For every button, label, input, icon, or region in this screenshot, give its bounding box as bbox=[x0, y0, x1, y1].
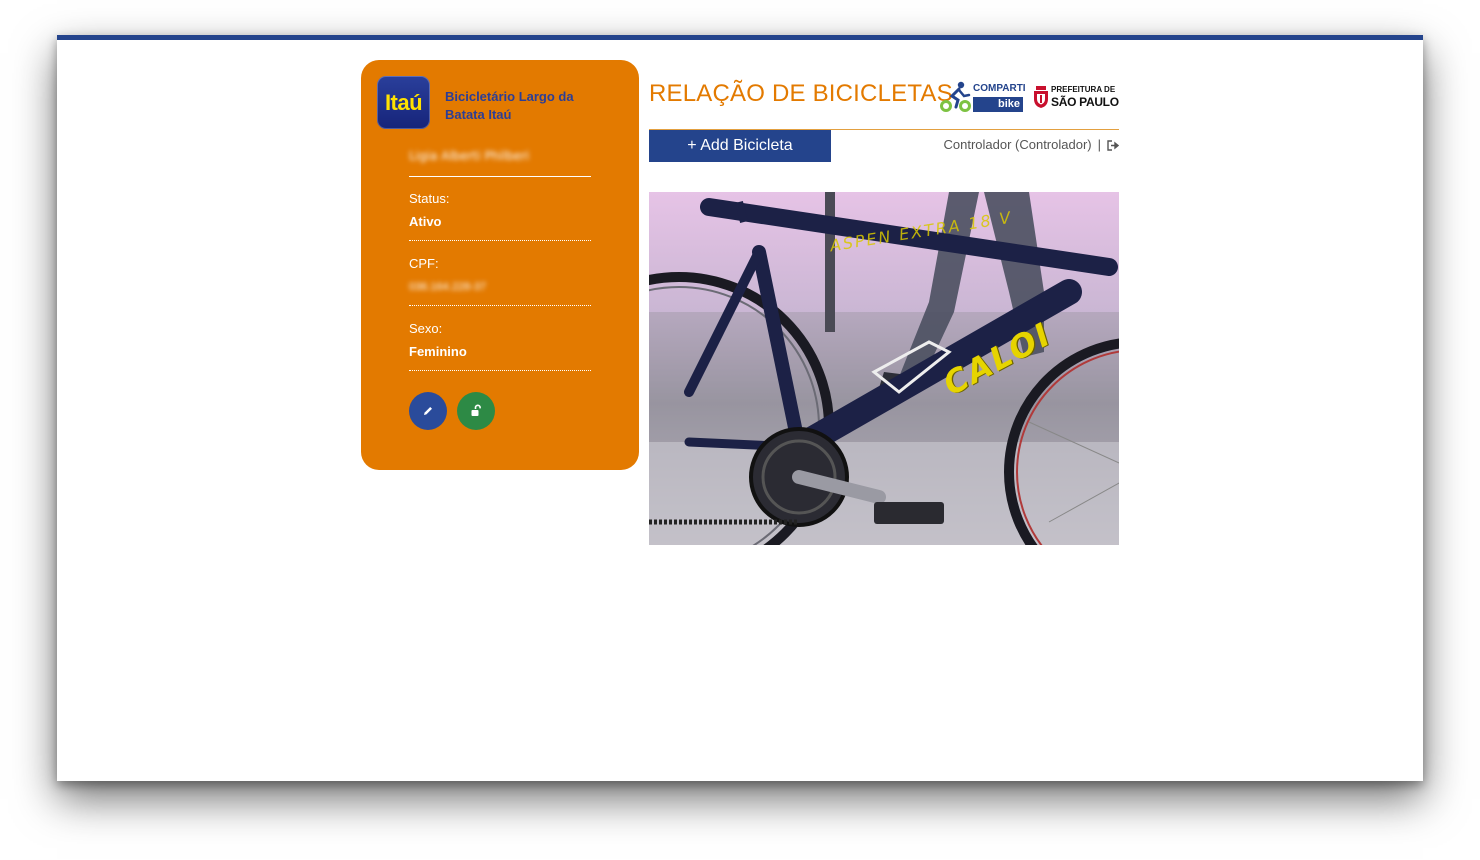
user-role-link[interactable]: Controlador (Controlador) bbox=[943, 137, 1091, 152]
logout-icon[interactable] bbox=[1107, 139, 1120, 154]
itau-logo: Itaú bbox=[377, 76, 430, 129]
user-info: Controlador (Controlador) | bbox=[931, 137, 1120, 154]
status-field: Status: Ativo bbox=[409, 191, 591, 241]
partner-logos: COMPARTI bike PREFEITURA DE SÃO PAULO bbox=[939, 80, 1119, 114]
station-name: Bicicletário Largo da Batata Itaú bbox=[445, 89, 574, 122]
compartibike-bottom-text: bike bbox=[973, 97, 1023, 112]
prefeitura-line1: PREFEITURA DE bbox=[1051, 85, 1116, 94]
sexo-divider bbox=[409, 370, 591, 371]
coat-of-arms-icon bbox=[1034, 86, 1048, 108]
separator: | bbox=[1097, 137, 1101, 152]
page-title: RELAÇÃO DE BICICLETAS bbox=[649, 80, 953, 107]
sexo-label: Sexo: bbox=[409, 321, 443, 336]
unlock-icon bbox=[471, 404, 481, 416]
app-window: Itaú Bicicletário Largo da Batata Itaú L… bbox=[57, 35, 1423, 781]
add-bicycle-button[interactable]: + Add Bicicleta bbox=[649, 130, 831, 162]
sexo-value: Feminino bbox=[409, 344, 467, 359]
prefeitura-line2: SÃO PAULO bbox=[1051, 95, 1119, 109]
cpf-divider bbox=[409, 305, 591, 306]
compartibike-top-text: COMPARTI bbox=[973, 83, 1026, 94]
itau-logo-text: Itaú bbox=[384, 89, 423, 115]
profile-card: Itaú Bicicletário Largo da Batata Itaú L… bbox=[361, 60, 639, 470]
user-name: Ligia Alberti Philberi bbox=[409, 149, 530, 163]
cpf-value: 036.164.228-37 bbox=[409, 281, 487, 293]
user-name-divider bbox=[409, 176, 591, 177]
status-label: Status: bbox=[409, 191, 450, 206]
compartibike-logo: COMPARTI bike bbox=[939, 80, 1026, 114]
bicycle-photo[interactable]: ASPEN EXTRA 18 V CALOI bbox=[649, 192, 1119, 545]
unlock-button[interactable] bbox=[457, 392, 495, 430]
cyclist-icon bbox=[940, 81, 971, 112]
status-value: Ativo bbox=[409, 214, 442, 229]
cpf-label: CPF: bbox=[409, 256, 439, 271]
cpf-field: CPF: 036.164.228-37 bbox=[409, 256, 591, 306]
prefeitura-logo: PREFEITURA DE SÃO PAULO bbox=[1033, 84, 1119, 112]
status-divider bbox=[409, 240, 591, 241]
sexo-field: Sexo: Feminino bbox=[409, 321, 591, 371]
edit-button[interactable] bbox=[409, 392, 447, 430]
pencil-icon bbox=[424, 407, 432, 415]
